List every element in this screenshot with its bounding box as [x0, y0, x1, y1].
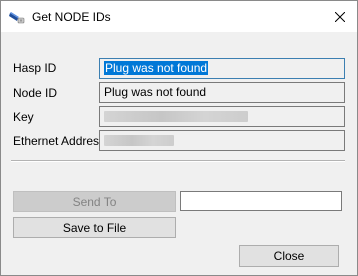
node-id-field[interactable]: Plug was not found — [99, 82, 345, 103]
hasp-id-field[interactable]: Plug was not found — [99, 58, 345, 79]
separator — [11, 160, 345, 162]
close-icon — [335, 11, 345, 22]
hasp-id-label: Hasp ID — [13, 61, 57, 75]
get-node-ids-dialog: Get NODE IDs Hasp ID Plug was not found … — [0, 0, 358, 276]
save-to-file-button[interactable]: Save to File — [13, 217, 176, 238]
window-title: Get NODE IDs — [32, 10, 111, 24]
node-id-value: Plug was not found — [104, 85, 207, 99]
save-to-file-button-label: Save to File — [62, 220, 127, 235]
close-button-label: Close — [273, 249, 305, 263]
key-label: Key — [13, 110, 34, 124]
close-button[interactable]: Close — [239, 245, 339, 267]
node-id-label: Node ID — [13, 86, 58, 100]
ethernet-address-label: Ethernet Address — [13, 134, 106, 148]
send-to-button[interactable]: Send To — [13, 191, 176, 212]
window-close-button[interactable] — [323, 1, 357, 32]
title-bar: Get NODE IDs — [1, 1, 357, 32]
send-to-button-label: Send To — [72, 194, 117, 209]
key-field[interactable] — [99, 106, 345, 127]
key-value-redacted — [104, 111, 248, 123]
key-plug-icon — [9, 12, 25, 24]
send-to-input[interactable] — [180, 191, 342, 211]
hasp-id-value: Plug was not found — [104, 61, 209, 75]
ethernet-address-value-redacted — [104, 135, 174, 147]
ethernet-address-field[interactable] — [99, 130, 345, 151]
